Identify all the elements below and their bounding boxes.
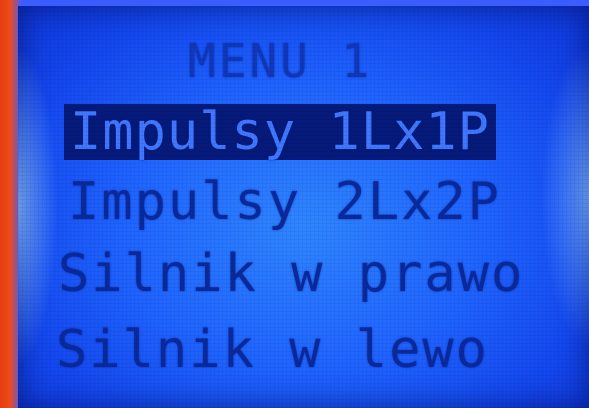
menu-item-impulsy-2lx2p[interactable]: Impulsy 2Lx2P: [68, 174, 501, 230]
menu-item-silnik-w-prawo[interactable]: Silnik w prawo: [58, 246, 524, 302]
menu-item-silnik-w-lewo[interactable]: Silnik w lewo: [56, 322, 489, 378]
backlight-glow-left: [18, 46, 58, 366]
backlight-glow-right: [541, 46, 589, 346]
menu-item-impulsy-1lx1p[interactable]: Impulsy 1Lx1P: [64, 104, 496, 160]
menu-title: MENU 1: [188, 34, 373, 88]
lcd-screen: MENU 1 Impulsy 1Lx1P Impulsy 2Lx2P Silni…: [18, 6, 589, 408]
device-frame: MENU 1 Impulsy 1Lx1P Impulsy 2Lx2P Silni…: [0, 0, 589, 408]
